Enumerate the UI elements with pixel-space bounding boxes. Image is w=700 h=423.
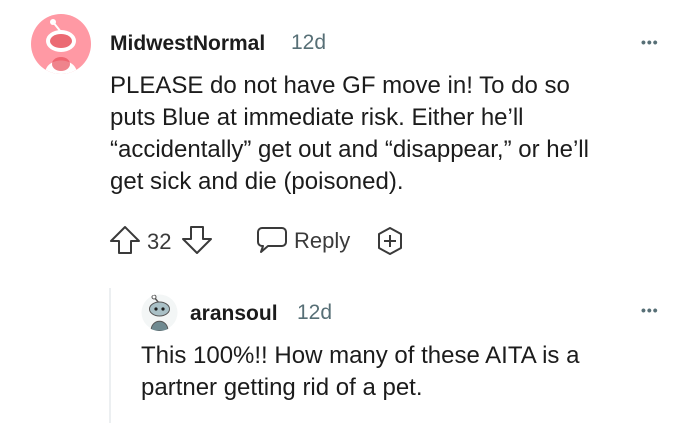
avatar[interactable]: [31, 14, 91, 74]
reply-body: This 100%!! How many of these AITA is a …: [141, 342, 580, 401]
arrow-up-icon: [110, 226, 140, 254]
comment-thread: MidwestNormal 12d ••• PLEASE do not have…: [0, 0, 700, 423]
comment-timestamp[interactable]: 12d: [291, 31, 326, 55]
reply-username[interactable]: aransoul: [190, 302, 278, 326]
speech-bubble-icon: [257, 227, 287, 253]
vote-count: 32: [147, 229, 172, 254]
thread-line[interactable]: [109, 288, 111, 423]
more-options-icon[interactable]: •••: [641, 34, 659, 50]
comment-username[interactable]: MidwestNormal: [110, 32, 265, 56]
comment-body: PLEASE do not have GF move in! To do so …: [110, 72, 589, 195]
upvote-button[interactable]: [108, 225, 142, 255]
snoo-avatar-icon: [141, 294, 178, 331]
reply-timestamp[interactable]: 12d: [297, 301, 332, 325]
reply-button[interactable]: [256, 224, 288, 254]
more-options-icon[interactable]: •••: [641, 302, 659, 318]
arrow-down-icon: [182, 226, 212, 254]
snoo-avatar-icon: [45, 19, 77, 74]
reply-label[interactable]: Reply: [294, 228, 350, 254]
award-button[interactable]: [374, 225, 406, 257]
avatar[interactable]: [141, 294, 178, 331]
plus-circle-icon: [378, 227, 402, 255]
downvote-button[interactable]: [180, 225, 214, 255]
